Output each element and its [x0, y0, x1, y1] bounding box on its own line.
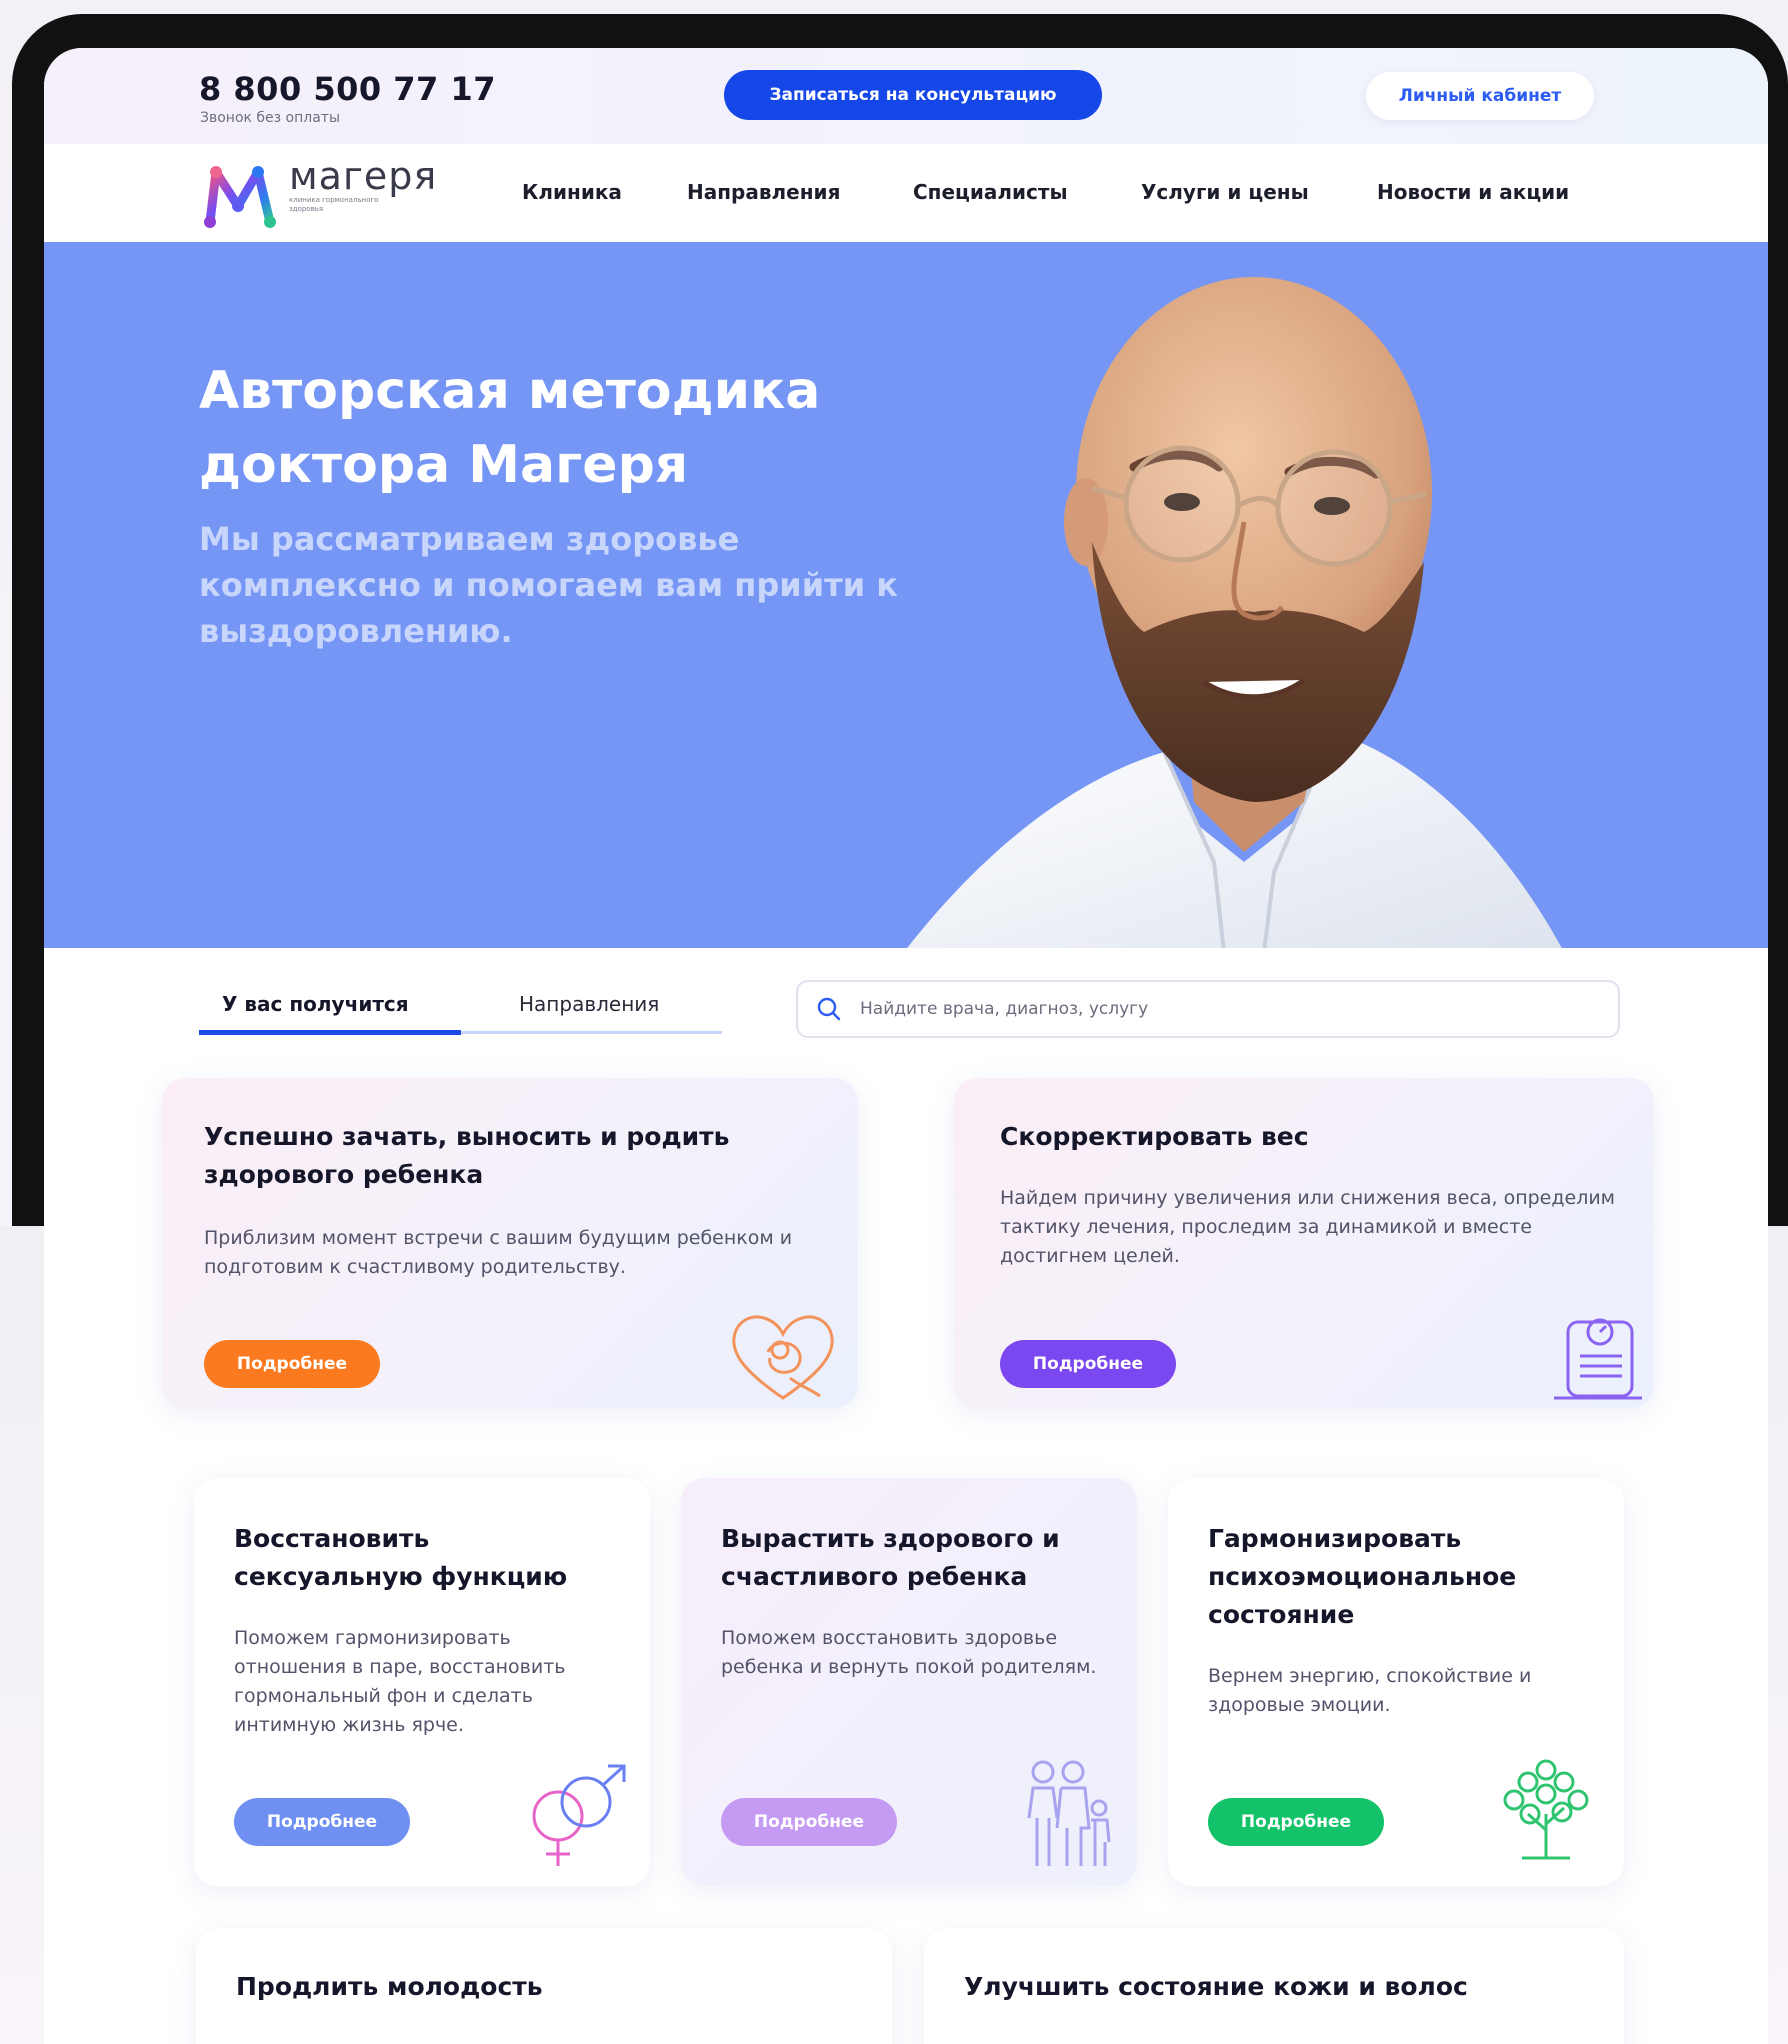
- family-icon: [1027, 1760, 1111, 1866]
- personal-cabinet-button[interactable]: Личный кабинет: [1366, 72, 1594, 120]
- nav-item-directions[interactable]: Направления: [687, 180, 840, 204]
- nav-item-specialists[interactable]: Специалисты: [913, 180, 1068, 204]
- hero-title: Авторская методика доктора Магеря: [199, 354, 899, 502]
- hero-banner: Авторская методика доктора Магеря Мы рас…: [44, 242, 1768, 948]
- card-title: Гармонизировать психоэмоциональное состо…: [1208, 1524, 1517, 1629]
- main-nav: магеря клиника гормонального здоровья Кл…: [44, 144, 1768, 242]
- card-more-button[interactable]: Подробнее: [1000, 1340, 1176, 1388]
- card-more-button[interactable]: Подробнее: [234, 1798, 410, 1846]
- logo-tagline: клиника гормонального здоровья: [289, 196, 379, 213]
- tab-active-indicator: [199, 1030, 461, 1035]
- card-psycho-emotional[interactable]: Гармонизировать психоэмоциональное состо…: [1168, 1478, 1624, 1886]
- card-text: Вернем энергию, спокойствие и здоровые э…: [1208, 1665, 1532, 1716]
- card-sexual-function[interactable]: Восстановить сексуальную функцию Поможем…: [194, 1478, 650, 1886]
- card-skin-hair[interactable]: Улучшить состояние кожи и волос: [924, 1928, 1624, 2044]
- search-input[interactable]: [858, 994, 1582, 1024]
- doctor-photo: [907, 277, 1562, 948]
- card-text: Приблизим момент встречи с вашим будущим…: [204, 1227, 793, 1278]
- nav-item-clinic[interactable]: Клиника: [522, 180, 622, 204]
- gender-symbols-icon: [532, 1764, 626, 1866]
- card-conceive[interactable]: Успешно зачать, выносить и родить здоров…: [162, 1078, 858, 1408]
- card-title: Продлить молодость: [236, 1972, 543, 2001]
- card-title: Скорректировать вес: [1000, 1122, 1309, 1151]
- card-title: Вырастить здорового и счастливого ребенк…: [721, 1524, 1060, 1591]
- scale-icon: [1554, 1318, 1642, 1400]
- tab-you-will-succeed[interactable]: У вас получится: [222, 992, 409, 1016]
- card-title: Успешно зачать, выносить и родить здоров…: [204, 1122, 730, 1189]
- tree-icon: [1503, 1759, 1589, 1860]
- card-title: Восстановить сексуальную функцию: [234, 1524, 568, 1591]
- phone-number[interactable]: 8 800 500 77 17: [199, 70, 496, 108]
- card-prolong-youth[interactable]: Продлить молодость: [196, 1928, 892, 2044]
- card-text: Поможем гармонизировать отношения в паре…: [234, 1627, 566, 1736]
- hero-subtitle: Мы рассматриваем здоровье комплексно и п…: [199, 520, 898, 650]
- book-consultation-button[interactable]: Записаться на консультацию: [724, 70, 1102, 120]
- card-more-button[interactable]: Подробнее: [204, 1340, 380, 1388]
- logo-wordmark: магеря: [289, 154, 438, 198]
- hero-title-line1: Авторская методика: [199, 361, 821, 421]
- tab-directions[interactable]: Направления: [519, 992, 659, 1016]
- card-weight[interactable]: Скорректировать вес Найдем причину увели…: [954, 1078, 1654, 1408]
- phone-note: Звонок без оплаты: [200, 110, 341, 126]
- card-more-button[interactable]: Подробнее: [721, 1798, 897, 1846]
- nav-item-services-prices[interactable]: Услуги и цены: [1141, 180, 1309, 204]
- card-text: Поможем восстановить здоровье ребенка и …: [721, 1627, 1097, 1678]
- card-more-button[interactable]: Подробнее: [1208, 1798, 1384, 1846]
- search-box: [796, 980, 1620, 1038]
- card-child-health[interactable]: Вырастить здорового и счастливого ребенк…: [681, 1478, 1137, 1886]
- hero-title-line2: доктора Магеря: [199, 435, 689, 495]
- search-icon: [817, 997, 841, 1021]
- heart-baby-icon: [732, 1315, 834, 1400]
- nav-item-news[interactable]: Новости и акции: [1377, 180, 1569, 204]
- top-bar: 8 800 500 77 17 Звонок без оплаты Записа…: [44, 48, 1768, 144]
- browser-screen: 8 800 500 77 17 Звонок без оплаты Записа…: [44, 48, 1768, 2044]
- card-title: Улучшить состояние кожи и волос: [964, 1972, 1468, 2001]
- card-text: Найдем причину увеличения или снижения в…: [1000, 1187, 1616, 1267]
